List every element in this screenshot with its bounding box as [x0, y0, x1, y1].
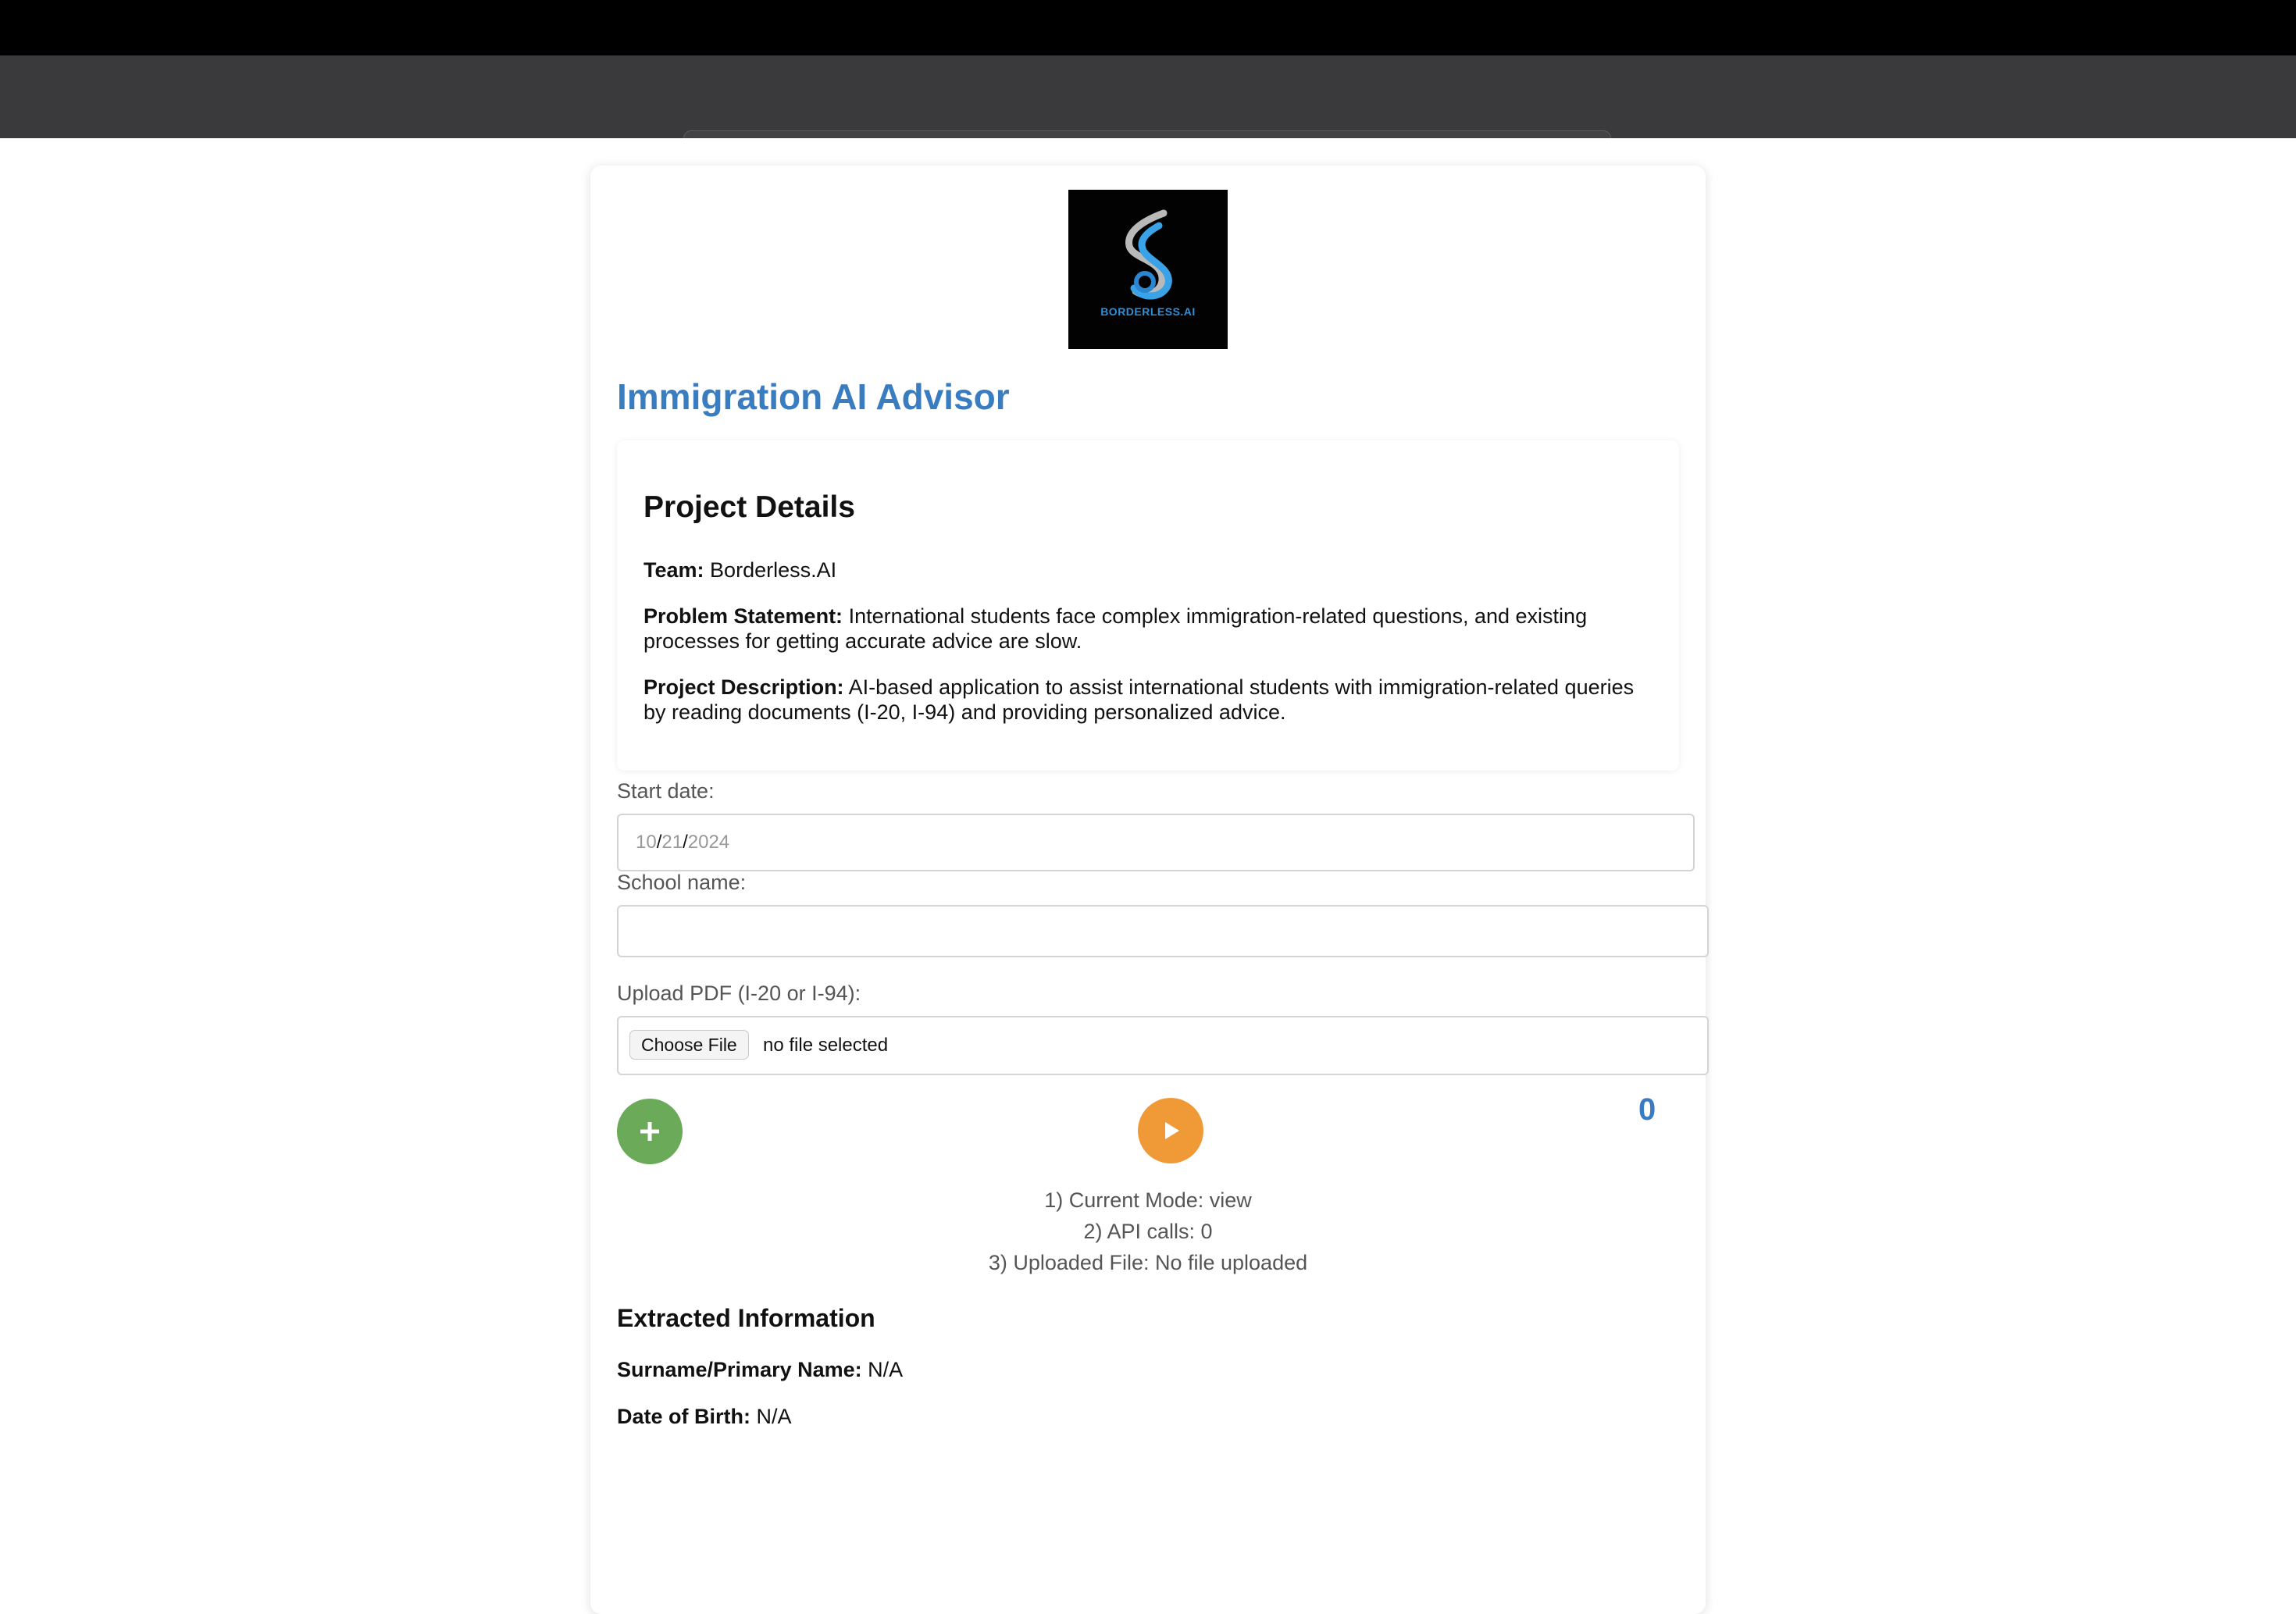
app-title: Immigration AI Advisor	[617, 376, 1010, 417]
add-button[interactable]	[617, 1099, 683, 1164]
team-label: Team:	[644, 558, 704, 582]
start-date-month[interactable]: 10	[636, 832, 657, 853]
start-date-value: 10/21/2024	[636, 832, 730, 853]
surname-label: Surname/Primary Name:	[617, 1358, 862, 1381]
play-button[interactable]	[1138, 1098, 1203, 1163]
team-value: Borderless.AI	[710, 558, 837, 582]
logo-wordmark: BORDERLESS.AI	[1100, 305, 1196, 318]
counter-value: 0	[1638, 1092, 1656, 1127]
school-name-input[interactable]	[617, 905, 1709, 957]
project-details-panel: Project Details Team: Borderless.AI Prob…	[617, 440, 1679, 771]
start-date-label: Start date:	[617, 779, 715, 803]
page-viewport: BORDERLESS.AI Immigration AI Advisor Pro…	[0, 138, 2296, 1614]
start-date-input[interactable]: 10/21/2024	[617, 814, 1695, 871]
surname-value: N/A	[868, 1358, 904, 1381]
project-details-heading: Project Details	[644, 490, 855, 524]
play-icon	[1165, 1122, 1179, 1139]
status-api-calls: 2) API calls: 0	[1083, 1220, 1213, 1243]
problem-statement-label: Problem Statement:	[644, 604, 843, 628]
no-file-selected-text: no file selected	[763, 1035, 889, 1056]
choose-file-button[interactable]: Choose File	[629, 1030, 749, 1060]
start-date-day[interactable]: 21	[661, 832, 683, 853]
team-line: Team: Borderless.AI	[644, 558, 1651, 583]
browser-toolbar: localhost	[0, 55, 2296, 173]
upload-pdf-label: Upload PDF (I-20 or I-94):	[617, 982, 861, 1005]
borderless-logo: BORDERLESS.AI	[1068, 190, 1228, 349]
status-current-mode: 1) Current Mode: view	[1044, 1188, 1252, 1212]
project-description-line: Project Description: AI-based applicatio…	[644, 675, 1651, 725]
upload-pdf-input[interactable]: Choose File no file selected	[617, 1016, 1709, 1075]
date-of-birth-label: Date of Birth:	[617, 1405, 750, 1428]
date-of-birth-line: Date of Birth: N/A	[617, 1404, 792, 1429]
school-name-label: School name:	[617, 871, 747, 894]
problem-statement-line: Problem Statement: International student…	[644, 604, 1651, 654]
project-description-label: Project Description:	[644, 675, 844, 699]
surname-line: Surname/Primary Name: N/A	[617, 1357, 903, 1382]
date-of-birth-value: N/A	[756, 1405, 792, 1428]
start-date-year[interactable]: 2024	[688, 832, 729, 853]
menu-bar	[0, 0, 2296, 55]
plus-icon	[640, 1122, 659, 1141]
main-card: BORDERLESS.AI Immigration AI Advisor Pro…	[590, 166, 1709, 1614]
status-uploaded-file: 3) Uploaded File: No file uploaded	[988, 1251, 1308, 1274]
extracted-information-heading: Extracted Information	[617, 1304, 875, 1332]
